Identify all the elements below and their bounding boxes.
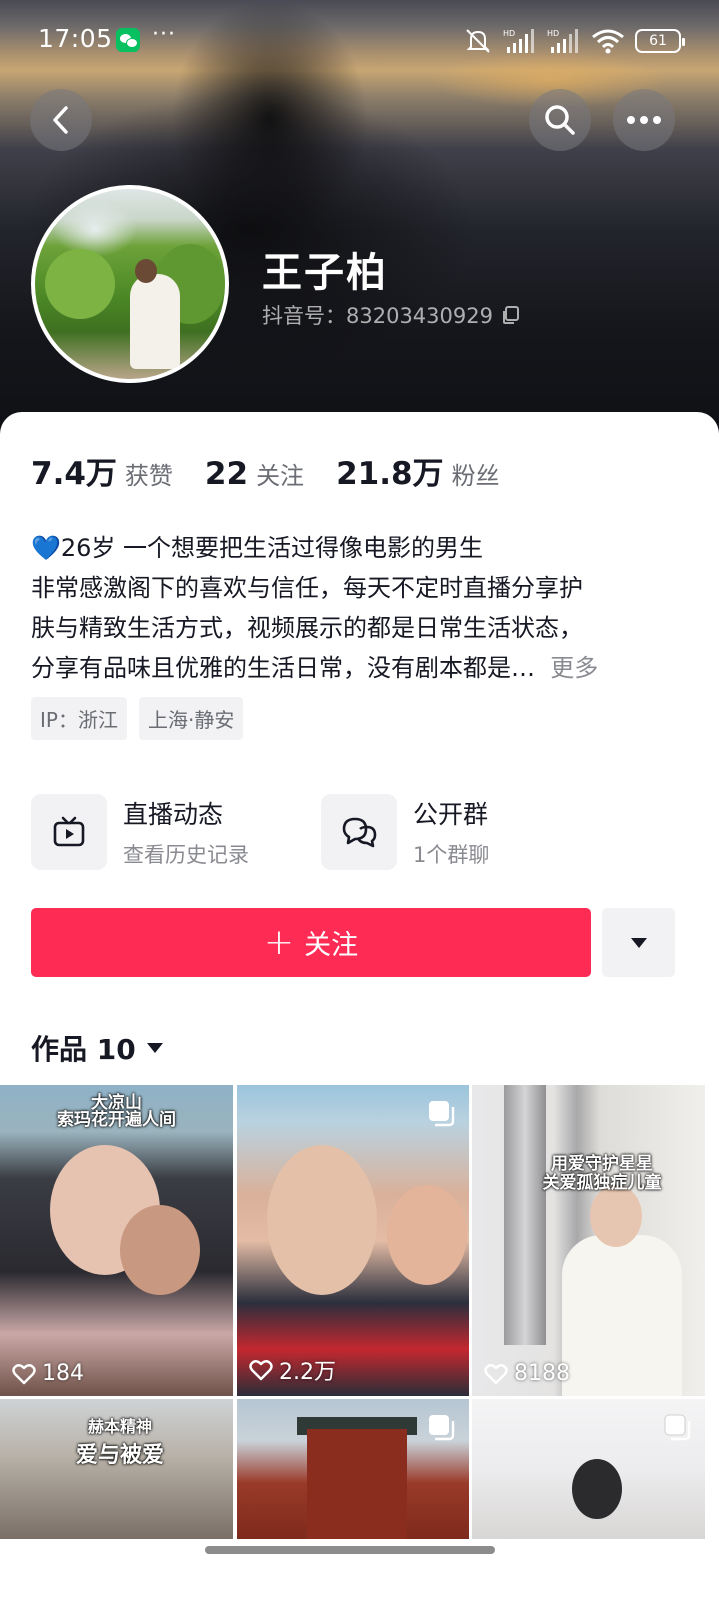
back-button[interactable] xyxy=(30,89,92,151)
multi-image-icon xyxy=(429,1101,455,1127)
search-icon xyxy=(545,105,575,135)
follow-dropdown-button[interactable] xyxy=(602,908,675,977)
signal-icon-2: HD xyxy=(547,29,578,53)
mute-bell-icon xyxy=(466,29,490,53)
profile-tags: IP：浙江 上海·静安 xyxy=(31,697,244,740)
thumbnail-head xyxy=(590,1185,642,1247)
stat-likes[interactable]: 7.4万 获赞 xyxy=(31,448,173,493)
video-likes-count: 8188 xyxy=(514,1361,570,1386)
status-bar: 17:05 ··· HD HD 61 xyxy=(0,0,719,82)
svg-text:HD: HD xyxy=(503,29,515,38)
city-tag[interactable]: 上海·静安 xyxy=(138,697,244,740)
chat-bubbles-icon xyxy=(321,794,397,870)
profile-name: 王子柏 xyxy=(262,250,388,296)
thumbnail-child xyxy=(387,1185,467,1285)
caret-down-icon xyxy=(630,937,647,948)
bio-line-1: 💙26岁 一个想要把生活过得像电影的男生 xyxy=(31,528,691,568)
follow-button[interactable]: + 关注 xyxy=(31,908,591,977)
bio-line-4: 分享有品味且优雅的生活日常，没有剧本都是… 更多 xyxy=(31,648,691,688)
thumbnail-head xyxy=(572,1459,622,1519)
video-likes: 184 xyxy=(12,1361,84,1386)
video-thumbnail[interactable]: 赫本精神 爱与被爱 xyxy=(0,1399,233,1539)
status-icons: HD HD 61 xyxy=(463,26,685,56)
avatar-person xyxy=(130,274,180,369)
thumbnail-person xyxy=(267,1145,377,1295)
signal-icon-1: HD xyxy=(503,29,534,53)
chevron-left-icon xyxy=(53,106,68,134)
avatar[interactable] xyxy=(31,185,229,383)
stat-followers-label: 粉丝 xyxy=(451,462,500,490)
live-tv-icon xyxy=(31,794,107,870)
stat-likes-label: 获赞 xyxy=(124,462,173,490)
video-thumbnail[interactable]: 2.2万 xyxy=(237,1085,469,1396)
thumbnail-tower xyxy=(307,1429,407,1539)
video-likes-count: 2.2万 xyxy=(279,1360,336,1385)
caret-down-icon xyxy=(146,1043,163,1053)
video-thumbnail[interactable] xyxy=(237,1399,469,1539)
video-caption-subtitle: 关爱孤独症儿童 xyxy=(542,1173,662,1193)
more-options-button[interactable] xyxy=(613,89,675,151)
battery-level: 61 xyxy=(649,33,667,49)
thumbnail-child xyxy=(120,1205,200,1295)
battery-icon: 61 xyxy=(635,29,685,53)
avatar-head xyxy=(135,259,157,283)
bio-line-4-text: 分享有品味且优雅的生活日常，没有剧本都是… xyxy=(31,654,535,682)
profile-stats: 7.4万 获赞 22 关注 21.8万 粉丝 xyxy=(31,448,532,493)
video-thumbnail[interactable]: 大凉山 索玛花开遍人间 184 xyxy=(0,1085,233,1396)
bio-more-link[interactable]: 更多 xyxy=(550,654,598,682)
works-tab[interactable]: 作品 10 xyxy=(31,1028,164,1068)
video-likes-count: 184 xyxy=(42,1361,84,1386)
bio-line-3: 肤与精致生活方式，视频展示的都是日常生活状态， xyxy=(31,614,583,642)
follow-label: 关注 xyxy=(304,930,359,961)
copy-icon[interactable] xyxy=(501,305,521,325)
video-caption-subtitle: 爱与被爱 xyxy=(75,1443,164,1468)
heart-outline-icon xyxy=(484,1363,508,1384)
heart-outline-icon xyxy=(12,1363,36,1384)
stat-followers-value: 21.8万 xyxy=(336,456,444,492)
svg-text:HD: HD xyxy=(547,29,559,38)
blue-heart-icon: 💙 xyxy=(31,534,61,562)
stat-likes-value: 7.4万 xyxy=(31,456,117,492)
status-time: 17:05 xyxy=(38,24,113,53)
video-caption-title: 赫本精神 xyxy=(87,1417,152,1436)
stat-following-label: 关注 xyxy=(256,462,305,490)
douyin-id-text: 抖音号：83203430929 xyxy=(262,304,493,328)
stat-followers[interactable]: 21.8万 粉丝 xyxy=(336,448,500,493)
video-thumbnail[interactable]: 用爱守护星星 关爱孤独症儿童 8188 xyxy=(472,1085,705,1396)
douyin-id[interactable]: 抖音号：83203430929 xyxy=(262,300,521,330)
video-caption-subtitle: 索玛花开遍人间 xyxy=(57,1110,176,1130)
bio-line-1-text: 26岁 一个想要把生活过得像电影的男生 xyxy=(60,534,484,562)
thumbnail-person xyxy=(562,1235,682,1396)
home-indicator[interactable] xyxy=(205,1546,495,1554)
video-thumbnail[interactable] xyxy=(472,1399,705,1539)
video-likes: 2.2万 xyxy=(249,1354,336,1386)
profile-bio[interactable]: 💙26岁 一个想要把生活过得像电影的男生 非常感激阁下的喜欢与信任，每天不定时直… xyxy=(31,528,691,688)
group-entry-title: 公开群 xyxy=(413,800,489,829)
stat-following-value: 22 xyxy=(204,456,249,492)
wifi-icon xyxy=(592,29,624,54)
works-tab-label: 作品 10 xyxy=(31,1033,136,1066)
heart-outline-icon xyxy=(249,1360,273,1381)
status-more-dots: ··· xyxy=(152,22,176,47)
public-group-entry[interactable]: 公开群 1个群聊 xyxy=(321,794,489,870)
multi-image-icon xyxy=(664,1414,691,1441)
plus-icon: + xyxy=(263,921,295,963)
stat-following[interactable]: 22 关注 xyxy=(205,456,304,492)
video-likes: 8188 xyxy=(484,1361,570,1386)
ip-location-tag: IP：浙江 xyxy=(31,697,127,740)
live-entry-title: 直播动态 xyxy=(123,800,224,829)
avatar-foliage xyxy=(45,249,115,319)
thumbnail-plaque xyxy=(504,1085,546,1345)
search-button[interactable] xyxy=(529,89,591,151)
live-history-entry[interactable]: 直播动态 查看历史记录 xyxy=(31,794,249,870)
group-entry-sub: 1个群聊 xyxy=(413,843,490,867)
ellipsis-icon xyxy=(627,116,661,124)
bio-line-2: 非常感激阁下的喜欢与信任，每天不定时直播分享护 xyxy=(31,574,583,602)
wechat-notification-icon xyxy=(116,28,140,52)
multi-image-icon xyxy=(429,1415,455,1441)
live-entry-sub: 查看历史记录 xyxy=(123,843,249,867)
